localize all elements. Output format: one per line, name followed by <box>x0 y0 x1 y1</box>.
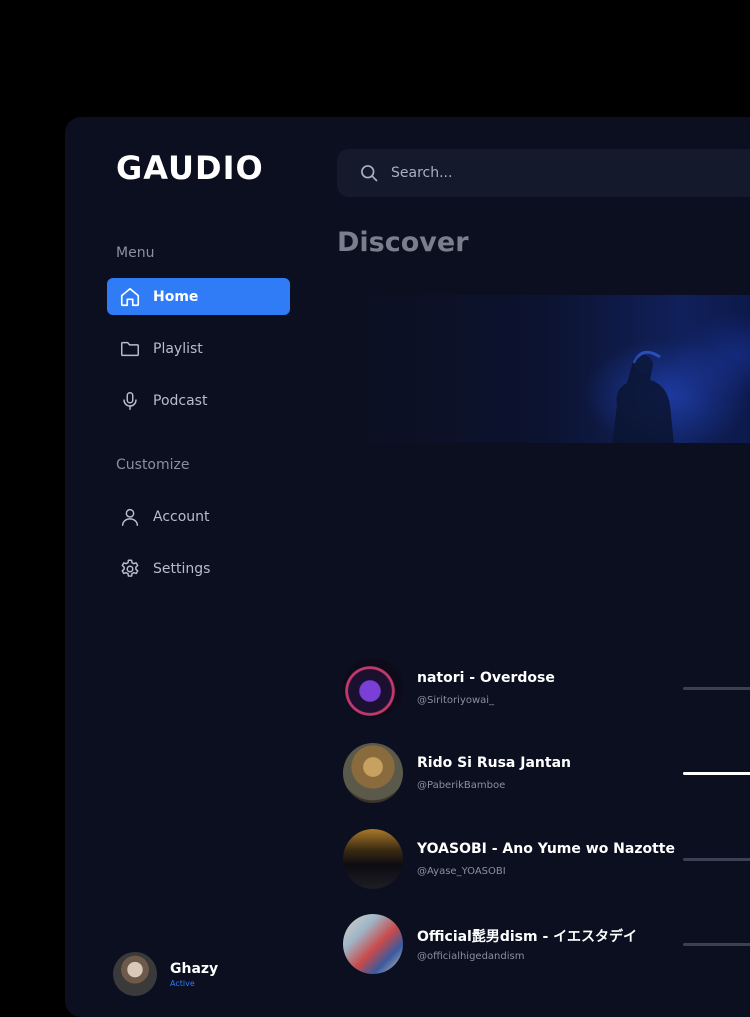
album-cover[interactable] <box>343 914 403 974</box>
app-window: GAUDIO Menu Home Playlist Podcast Custom… <box>65 117 750 1017</box>
customize-section-label: Customize <box>116 457 190 473</box>
sidebar-item-label: Settings <box>153 560 211 577</box>
track-row[interactable]: natori - Overdose @Siritoriyowai_ <box>343 658 750 720</box>
track-row[interactable]: Rido Si Rusa Jantan @PaberikBamboe <box>343 743 750 805</box>
album-cover[interactable] <box>343 829 403 889</box>
user-status: Active <box>170 978 195 988</box>
track-title: natori - Overdose <box>417 670 555 686</box>
progress-fill <box>683 772 750 775</box>
track-progress[interactable] <box>683 943 750 946</box>
search-bar[interactable] <box>337 149 750 197</box>
track-artist-handle: @PaberikBamboe <box>417 780 506 791</box>
sidebar-item-label: Playlist <box>153 340 203 357</box>
sidebar-item-playlist[interactable]: Playlist <box>107 330 290 367</box>
page-title: Discover <box>337 227 469 258</box>
folder-icon <box>119 338 141 360</box>
sidebar-item-podcast[interactable]: Podcast <box>107 382 290 419</box>
track-title: YOASOBI - Ano Yume wo Nazotte <box>417 841 675 857</box>
track-progress[interactable] <box>683 687 750 690</box>
track-progress[interactable] <box>683 858 750 861</box>
user-name: Ghazy <box>170 960 219 977</box>
album-cover[interactable] <box>343 743 403 803</box>
gear-icon <box>119 558 141 580</box>
track-row[interactable]: YOASOBI - Ano Yume wo Nazotte @Ayase_YOA… <box>343 829 750 891</box>
sidebar-item-home[interactable]: Home <box>107 278 290 315</box>
search-icon <box>361 165 378 182</box>
track-row[interactable]: Official髭男dism - イエスタデイ @officialhigedan… <box>343 914 750 976</box>
performer-image <box>612 350 674 443</box>
track-artist-handle: @Siritoriyowai_ <box>417 695 495 706</box>
sidebar-item-label: Account <box>153 508 210 525</box>
track-title: Official髭男dism - イエスタデイ <box>417 929 638 945</box>
sidebar-item-settings[interactable]: Settings <box>107 550 290 587</box>
sidebar-item-label: Home <box>153 288 199 305</box>
track-artist-handle: @officialhigedandism <box>417 951 525 962</box>
track-title: Rido Si Rusa Jantan <box>417 755 571 771</box>
menu-section-label: Menu <box>116 245 155 261</box>
album-cover[interactable] <box>343 658 403 718</box>
home-icon <box>119 286 141 308</box>
track-artist-handle: @Ayase_YOASOBI <box>417 866 506 877</box>
microphone-icon <box>119 390 141 412</box>
track-progress[interactable] <box>683 772 750 775</box>
featured-banner[interactable] <box>337 295 750 443</box>
search-input[interactable] <box>389 164 750 182</box>
sidebar-item-account[interactable]: Account <box>107 498 290 535</box>
avatar[interactable] <box>113 952 157 996</box>
app-logo[interactable]: GAUDIO <box>116 149 264 187</box>
user-icon <box>119 506 141 528</box>
user-profile[interactable]: Ghazy Active <box>113 952 218 996</box>
sidebar-item-label: Podcast <box>153 392 208 409</box>
